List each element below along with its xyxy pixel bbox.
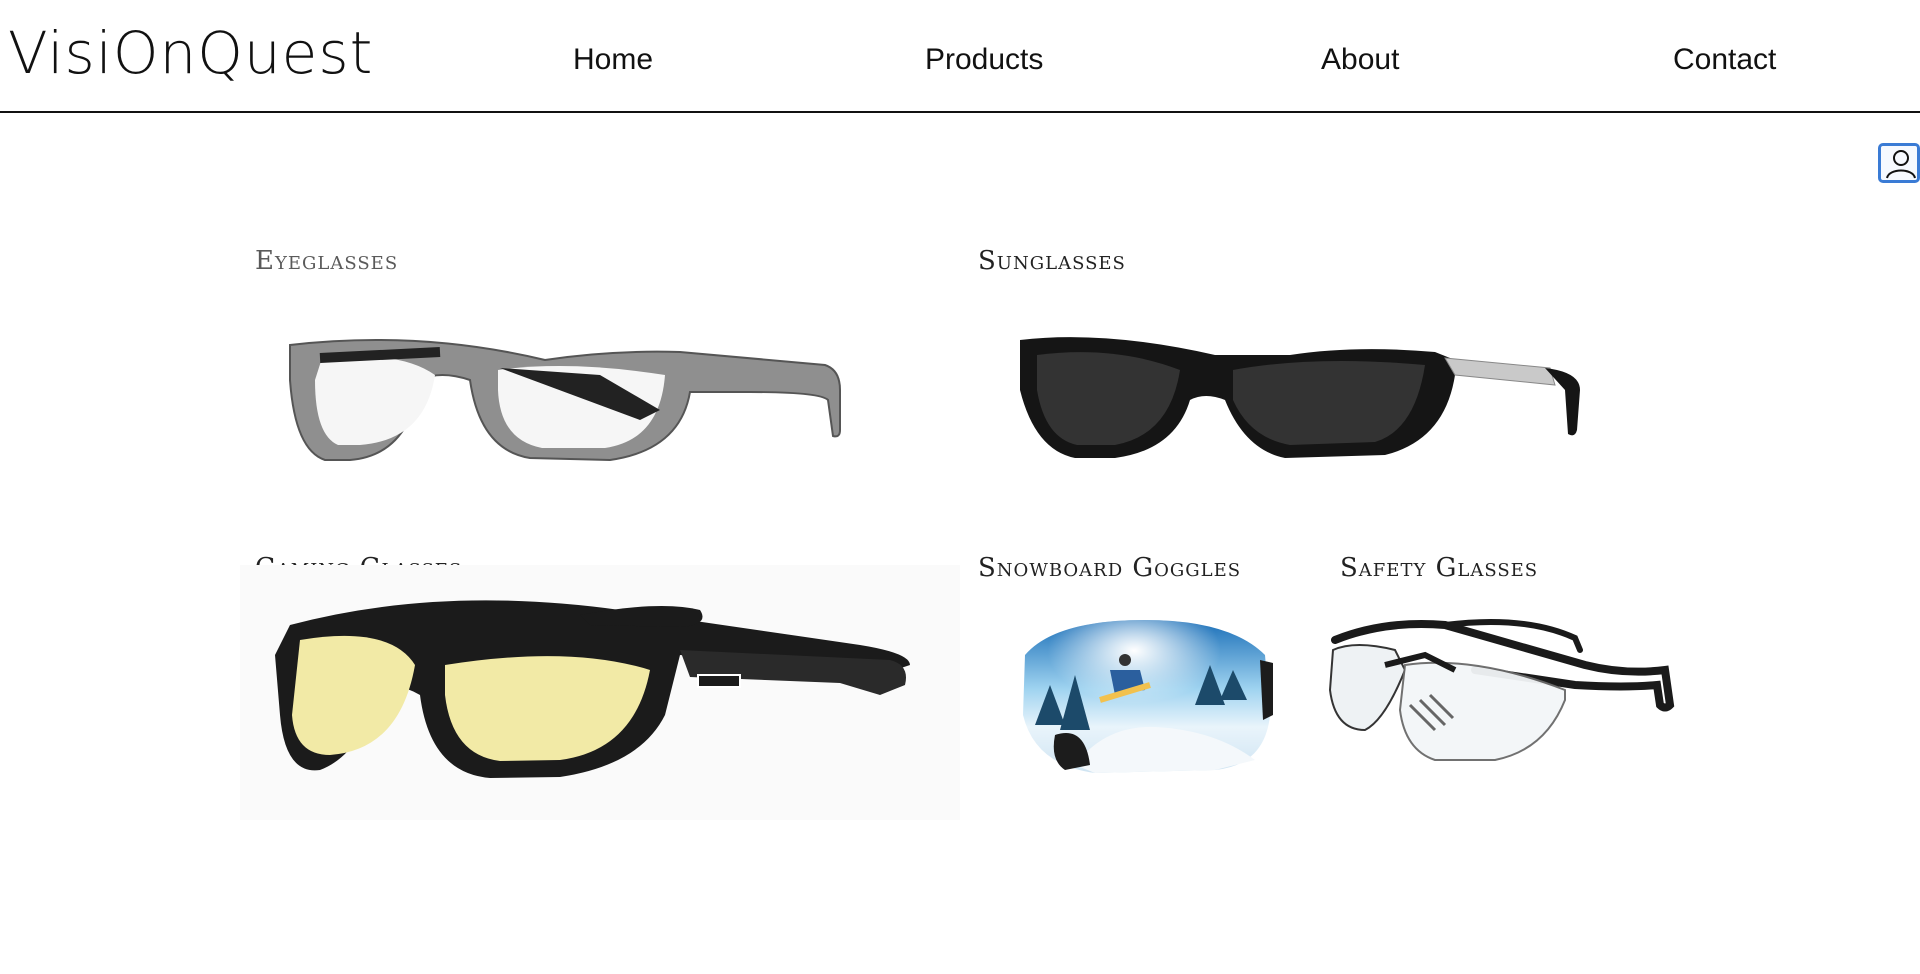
nav-home-link[interactable]: Home [573,42,653,78]
category-label-eyeglasses[interactable]: Eyeglasses [255,246,398,276]
category-label-safety-glasses[interactable]: Safety Glasses [1340,553,1538,583]
sunglasses-image[interactable] [1015,330,1585,470]
nav-products-link[interactable]: Products [925,42,1043,78]
user-icon [1886,150,1916,179]
gaming-glasses-image[interactable] [240,565,960,820]
nav-about-link[interactable]: About [1321,42,1399,78]
site-logo[interactable]: VisiOnQuest [8,18,373,88]
category-label-snowboard-goggles[interactable]: Snowboard Goggles [978,553,1241,583]
profile-button[interactable] [1878,143,1920,183]
category-label-sunglasses[interactable]: Sunglasses [978,246,1126,276]
site-header: VisiOnQuest Home Products About Contact [0,0,1920,113]
nav-contact-link[interactable]: Contact [1673,42,1776,78]
eyeglasses-image[interactable] [280,320,850,470]
snowboard-goggles-image[interactable] [1015,615,1275,775]
safety-glasses-image[interactable] [1325,610,1685,770]
